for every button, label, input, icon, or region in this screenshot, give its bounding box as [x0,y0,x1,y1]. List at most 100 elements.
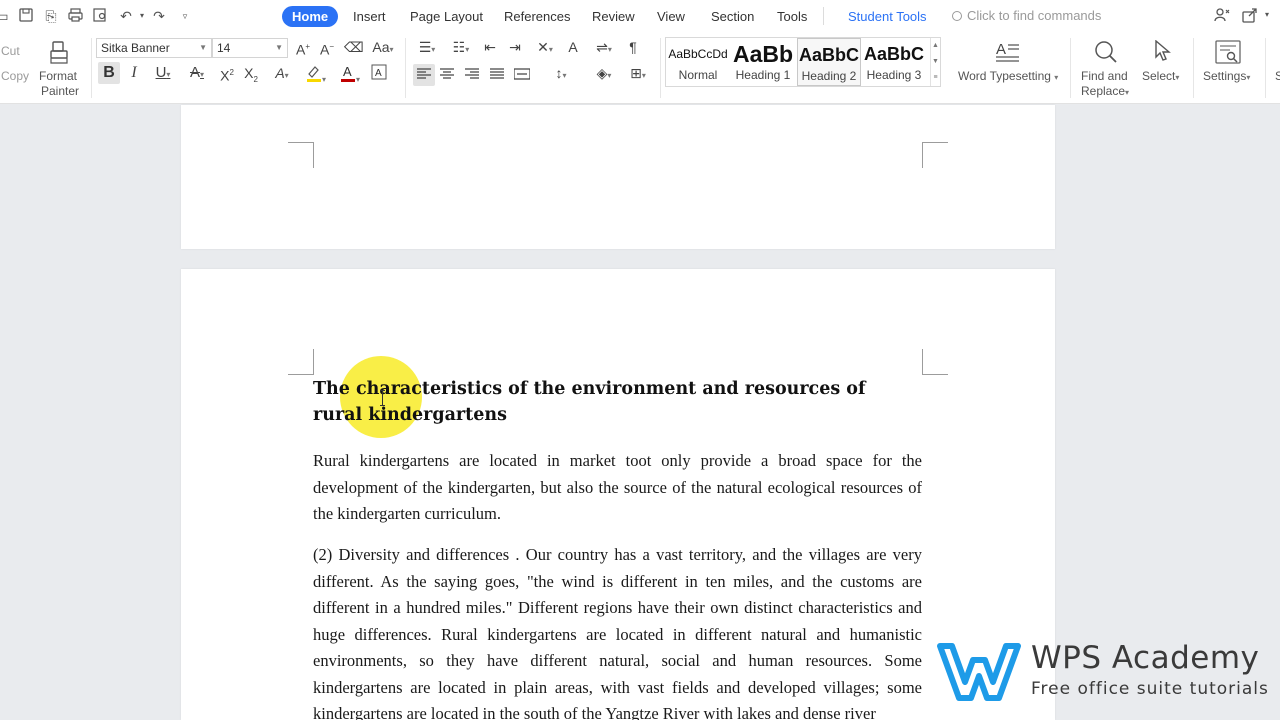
select-label: Select [1142,69,1176,83]
tab-view[interactable]: View [655,6,687,27]
decrease-indent-icon[interactable]: ⇤ [481,38,499,56]
character-border-icon[interactable]: A [370,64,388,82]
cut-button[interactable]: Cut [1,44,20,58]
print-preview-icon[interactable] [92,8,108,24]
styles-gallery: AaBbCcDd Normal AaBb Heading 1 AaBbC Hea… [665,37,941,87]
superscript-button[interactable]: X2 [218,64,236,84]
word-typesetting-label: Word Typesetting [958,69,1051,83]
style-normal[interactable]: AaBbCcDd Normal [666,38,730,86]
text-cursor-icon [380,390,385,406]
find-replace-icon[interactable] [1094,40,1118,64]
bullet-list-icon[interactable]: ☰▾ [413,38,441,56]
find-commands-box[interactable]: Click to find commands [952,7,1101,25]
document-heading[interactable]: The characteristics of the environment a… [313,376,873,428]
export-share-icon[interactable] [1242,7,1258,23]
document-paragraph-1[interactable]: Rural kindergartens are located in marke… [313,448,922,528]
print-icon[interactable] [67,8,83,24]
strikethrough-button[interactable]: A▾ [184,64,210,82]
customize-toolbar-icon[interactable]: ▿ [177,8,193,24]
subscript-button[interactable]: X2 [242,64,260,84]
tab-tools[interactable]: Tools [775,6,809,27]
undo-dropdown-icon[interactable]: ▾ [134,8,150,24]
redo-icon[interactable]: ↷ [151,8,167,24]
style-heading-1-label: Heading 1 [735,68,791,82]
format-painter-label-1[interactable]: Format [39,69,77,83]
export-icon[interactable]: ⎘ [43,8,59,24]
find-commands-label: Click to find commands [967,8,1102,23]
chevron-down-icon[interactable]: ▼ [931,54,940,70]
line-spacing-button[interactable]: ↕▾ [547,64,575,82]
format-painter-icon[interactable] [49,40,69,64]
share-icon[interactable] [1214,7,1230,23]
justify-button[interactable] [488,66,506,84]
chevron-up-icon[interactable]: ▲ [931,38,940,54]
word-typesetting-icon[interactable]: A [996,40,1020,64]
open-icon[interactable]: ▭ [0,8,10,24]
settings-button[interactable]: Settings▾ [1203,69,1250,85]
align-left-button[interactable] [413,64,435,86]
style-heading-2[interactable]: AaBbC Heading 2 [797,38,861,86]
underline-button[interactable]: U▾ [149,64,177,82]
font-name-value: Sitka Banner [101,41,170,55]
ribbon-overflow[interactable]: S [1275,69,1280,83]
chevron-down-icon: ▼ [199,43,207,52]
document-paragraph-2[interactable]: (2) Diversity and differences . Our coun… [313,542,922,720]
style-heading-1[interactable]: AaBb Heading 1 [731,38,795,86]
numbered-list-icon[interactable]: ☷▾ [447,38,475,56]
show-marks-icon[interactable]: ¶ [624,38,642,56]
style-normal-label: Normal [678,68,718,82]
font-size-select[interactable]: 14 ▼ [212,38,288,58]
font-name-select[interactable]: Sitka Banner ▼ [96,38,212,58]
highlight-color-button[interactable]: ▾ [302,64,330,84]
tab-section[interactable]: Section [709,6,756,27]
distributed-align-button[interactable] [513,66,531,84]
borders-button[interactable]: ⊞▾ [624,64,652,82]
increase-indent-icon[interactable]: ⇥ [506,38,524,56]
select-button[interactable]: Select▾ [1142,69,1179,85]
tab-home[interactable]: Home [282,6,339,27]
find-replace-label-1[interactable]: Find and [1081,69,1128,83]
text-effect-button[interactable]: A▾ [268,64,296,82]
style-heading-1-preview: AaBb [732,41,794,67]
tab-references[interactable]: References [502,6,572,27]
find-replace-label-2: Replace [1081,84,1126,98]
find-replace-button[interactable]: Replace▾ [1081,84,1129,100]
ribbon-separator [405,38,406,98]
style-heading-3-label: Heading 3 [866,68,922,82]
format-painter-label-2[interactable]: Painter [41,84,79,98]
style-heading-3-preview: AaBbC [864,44,925,64]
increase-font-size-icon[interactable]: A+ [294,38,312,58]
copy-button[interactable]: Copy [1,69,29,83]
chinese-layout-icon[interactable]: ✕▾ [531,38,559,56]
tab-review[interactable]: Review [590,6,637,27]
clear-formatting-icon[interactable]: ⌫ [344,38,364,56]
undo-icon[interactable]: ↶ [118,8,134,24]
tab-student-tools[interactable]: Student Tools [846,6,929,27]
bold-button[interactable]: B [98,62,120,84]
italic-button[interactable]: I [125,64,143,82]
save-icon[interactable] [18,8,34,24]
decrease-font-size-icon[interactable]: A− [318,38,336,58]
ribbon-separator [1070,38,1071,98]
menu-separator [823,7,824,25]
svg-text:A: A [375,68,382,79]
paragraph-sort-icon[interactable]: ⇌▾ [590,38,618,56]
tab-insert[interactable]: Insert [351,6,388,27]
tab-page-layout[interactable]: Page Layout [408,6,485,27]
change-case-icon[interactable]: Aa▾ [369,38,397,56]
share-dropdown-icon[interactable]: ▾ [1259,7,1275,23]
wps-academy-logo-icon [937,643,1021,701]
text-direction-icon[interactable]: A [564,38,582,56]
font-color-button[interactable]: A ▾ [336,64,364,84]
menu-bar: ▭ ⎘ ↶ ▾ ↷ ▿ Home Insert Page Layout Refe… [0,0,1280,32]
shading-button[interactable]: ◈▾ [590,64,618,82]
more-styles-icon[interactable]: ≡ [931,70,940,86]
align-right-button[interactable] [463,66,481,84]
word-typesetting-button[interactable]: Word Typesetting ▾ [958,69,1058,85]
style-heading-2-label: Heading 2 [801,69,857,83]
select-cursor-icon[interactable] [1152,39,1174,64]
align-center-button[interactable] [438,66,456,84]
settings-icon[interactable] [1214,39,1242,67]
styles-scroll[interactable]: ▲ ▼ ≡ [930,38,940,86]
style-heading-3[interactable]: AaBbC Heading 3 [862,38,926,86]
